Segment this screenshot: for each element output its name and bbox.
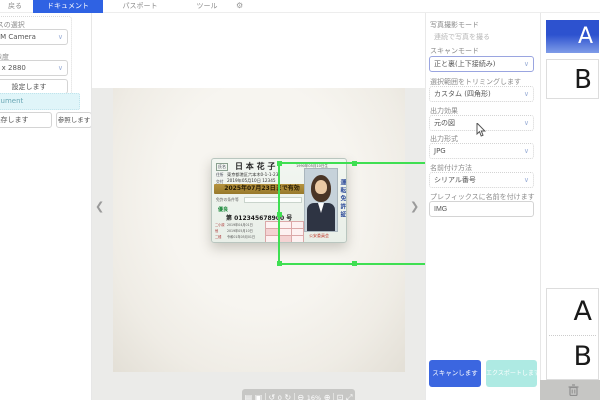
scan-mode-value: 正と裏(上下接続み): [434, 60, 495, 68]
zoom-level-value: 16%: [307, 394, 321, 400]
naming-method-select[interactable]: シリアル番号 ∨: [429, 172, 534, 188]
scan-button[interactable]: スキャンします: [429, 360, 481, 387]
device-select[interactable]: UM Camera ∨: [0, 29, 68, 45]
crop-mode-select[interactable]: カスタム (四角形) ∨: [429, 86, 534, 102]
tab-passport[interactable]: パスポート: [110, 0, 170, 13]
apply-settings-button[interactable]: 設定します: [0, 79, 68, 94]
scan-settings-panel: 写真撮影モード 連続で写真を撮る スキャンモード 正と裏(上下接続み) ∨ 選択…: [425, 13, 540, 400]
selection-handle-sw[interactable]: [277, 261, 282, 266]
mouse-cursor: [476, 123, 486, 137]
license-category-cell: [265, 235, 279, 243]
license-row3-date: 令和01年05月01日: [227, 234, 255, 239]
selection-handle-w[interactable]: [277, 212, 282, 217]
output-effect-value: 元の図: [434, 119, 455, 127]
license-conditions-label: 免許の条件等: [216, 197, 239, 203]
save-button[interactable]: 保存します: [0, 112, 52, 128]
chevron-down-icon: ∨: [524, 116, 529, 130]
crop-selection-box[interactable]: [278, 162, 430, 265]
chevron-down-icon: ∨: [58, 61, 63, 75]
fit-screen-icon[interactable]: ⤢: [346, 389, 352, 400]
export-preview-a: A: [547, 289, 598, 334]
view-toolbar: ▤ ▣ ↺ 0 ↻ ⊖ 16% ⊕ ⊡ ⤢: [242, 389, 355, 400]
selection-handle-s[interactable]: [352, 261, 357, 266]
photo-mode-hint: 連続で写真を撮る: [434, 32, 490, 42]
license-grade: 優良: [218, 206, 228, 213]
license-row1-date: 2019年04月01日: [227, 222, 253, 227]
resolution-select[interactable]: 0 x 2880 ∨: [0, 60, 68, 76]
license-row1-label: 二小原: [215, 222, 225, 227]
zoom-in-icon[interactable]: ⊕: [324, 389, 331, 400]
thumbnail-page-a-selected[interactable]: A: [546, 20, 599, 53]
thumbnail-sidebar: A B A B: [540, 13, 600, 400]
scan-mode-label: スキャンモード: [430, 46, 479, 56]
resolution-select-value: 0 x 2880: [0, 64, 26, 72]
license-name-label: 氏名: [216, 163, 228, 171]
image-icon[interactable]: ▤: [245, 389, 253, 400]
license-row3-label: 二種: [215, 234, 221, 239]
license-row2-label: 他: [215, 228, 218, 233]
license-address-label: 住所: [216, 172, 224, 178]
trash-icon[interactable]: [568, 384, 579, 396]
crop-mode-value: カスタム (四角形): [434, 90, 491, 98]
prefix-input[interactable]: [429, 201, 534, 217]
camera-icon[interactable]: ▣: [255, 389, 263, 400]
chevron-down-icon: ∨: [524, 173, 529, 187]
scanner-app-window: 戻る ドキュメント パスポート ツール ⚙ デバイスの選択 UM Camera …: [0, 0, 600, 400]
toolbar-divider: [294, 393, 295, 400]
toolbar-divider: [333, 393, 334, 400]
chevron-down-icon: ∨: [524, 57, 529, 71]
license-name: 日 本 花 子: [235, 161, 275, 172]
rotate-left-icon[interactable]: ↺: [269, 389, 276, 400]
selection-handle-nw[interactable]: [277, 161, 282, 166]
rotate-angle-value: 0: [278, 394, 282, 400]
license-row2-date: 2019年05月10日: [227, 228, 253, 233]
license-address: 東京都港区六本木0-1-1-23: [227, 172, 278, 178]
photo-mode-label: 写真撮影モード: [430, 20, 479, 30]
thumbnail-page-b[interactable]: B: [546, 59, 599, 99]
output-format-select[interactable]: JPG ∨: [429, 143, 534, 159]
browse-button[interactable]: 参照します: [56, 112, 92, 128]
output-format-value: JPG: [434, 147, 446, 155]
zoom-out-icon[interactable]: ⊖: [297, 389, 304, 400]
chevron-down-icon: ∨: [524, 144, 529, 158]
rotate-right-icon[interactable]: ↻: [285, 389, 292, 400]
next-page-arrow[interactable]: ❯: [410, 201, 419, 212]
toolbar-divider: [265, 393, 266, 400]
back-button[interactable]: 戻る: [2, 0, 28, 13]
scan-mode-select[interactable]: 正と裏(上下接続み) ∨: [429, 56, 534, 72]
device-select-value: UM Camera: [0, 33, 36, 41]
crop-icon[interactable]: ⊡: [337, 389, 344, 400]
left-settings-panel: デバイスの選択 UM Camera ∨ 解像度 0 x 2880 ∨ 設定します…: [0, 13, 92, 400]
chevron-down-icon: ∨: [58, 30, 63, 44]
preview-top-margin: [92, 13, 425, 88]
selection-handle-n[interactable]: [352, 161, 357, 166]
top-tab-bar: 戻る ドキュメント パスポート ツール ⚙: [0, 0, 600, 13]
preview-area: 氏名 日 本 花 子 1990年05月10日生 住所 東京都港区六本木0-1-1…: [92, 13, 425, 400]
export-button[interactable]: エクスポートします: [486, 360, 537, 387]
save-path-field[interactable]: Document: [0, 93, 80, 110]
gear-icon[interactable]: ⚙: [236, 1, 243, 10]
export-preview-card[interactable]: A B: [546, 288, 599, 380]
naming-method-value: シリアル番号: [434, 176, 476, 184]
chevron-down-icon: ∨: [524, 87, 529, 101]
export-preview-b: B: [547, 335, 598, 379]
thumbnail-footer-bar: [540, 380, 600, 400]
previous-page-arrow[interactable]: ❮: [95, 201, 104, 212]
tab-document[interactable]: ドキュメント: [33, 0, 103, 13]
tab-tools[interactable]: ツール: [182, 0, 232, 13]
